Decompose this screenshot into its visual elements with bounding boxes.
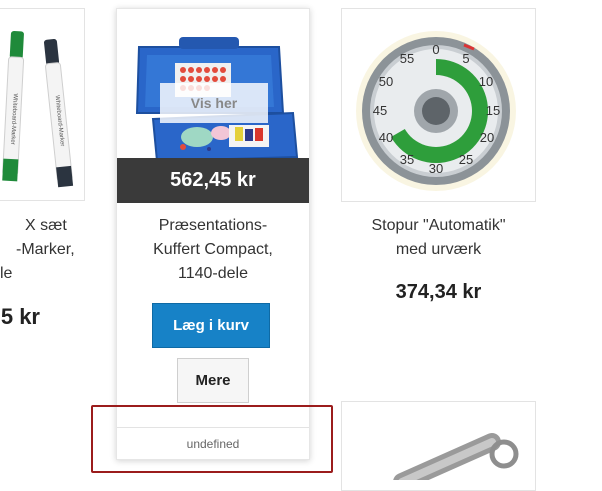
product-image-whiteboard-markers[interactable]: Whiteboard-Marker Whiteboard-Marker <box>0 8 85 201</box>
stopwatch-illustration: 0 5 10 15 20 25 30 35 40 45 50 55 <box>356 31 516 191</box>
product-title-right[interactable]: Stopur "Automatik" med urværk <box>341 214 536 262</box>
product-price-left: 5 kr <box>0 304 40 329</box>
product-price-right: 374,34 kr <box>395 281 482 303</box>
highlight-outline <box>91 405 333 473</box>
svg-text:0: 0 <box>432 42 439 57</box>
vis-her-overlay-button[interactable]: Vis her <box>160 83 268 123</box>
svg-text:30: 30 <box>429 161 443 176</box>
whiteboard-markers-illustration: Whiteboard-Marker Whiteboard-Marker <box>2 30 74 188</box>
svg-text:55: 55 <box>400 51 414 66</box>
add-to-cart-button[interactable]: Læg i kurv <box>152 303 270 348</box>
product-image-stopwatch[interactable]: 0 5 10 15 20 25 30 35 40 45 50 55 <box>341 8 536 202</box>
svg-text:15: 15 <box>486 103 500 118</box>
product-title-left[interactable]: X sæt -Marker, le <box>0 214 80 286</box>
svg-text:40: 40 <box>379 130 393 145</box>
svg-text:50: 50 <box>379 74 393 89</box>
svg-text:20: 20 <box>480 130 494 145</box>
svg-text:45: 45 <box>373 103 387 118</box>
svg-text:5: 5 <box>462 51 469 66</box>
product-title-featured[interactable]: Præsentations- Kuffert Compact, 1140-del… <box>123 214 303 286</box>
product-card-praesentationskuffert[interactable]: Vis her 562,45 kr Præsentations- Kuffert… <box>116 8 310 460</box>
product-image-spring[interactable] <box>341 401 536 491</box>
svg-text:35: 35 <box>400 152 414 167</box>
svg-text:10: 10 <box>479 74 493 89</box>
svg-text:25: 25 <box>459 152 473 167</box>
product-price-featured: 562,45 kr <box>117 158 309 203</box>
more-button[interactable]: Mere <box>177 358 249 403</box>
spring-illustration <box>393 433 519 490</box>
